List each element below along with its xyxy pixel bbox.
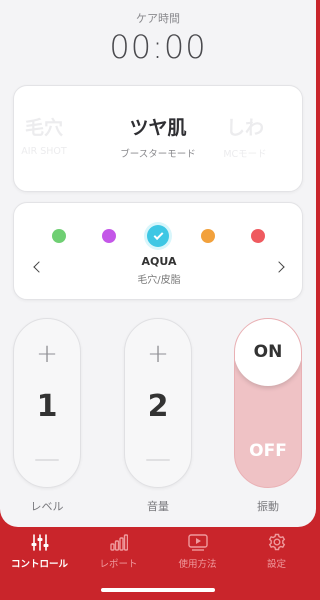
color-description: 毛穴/皮脂 [137,275,181,286]
gear-icon [237,533,316,551]
color-dot-green[interactable] [52,229,66,243]
mode-subtitle: ブースターモード [120,149,196,160]
tab-how-to-use[interactable]: 使用方法 [158,533,237,570]
vibration-label: 振動 [257,500,279,513]
sliders-icon [0,533,79,551]
tab-label: コントロール [10,559,68,570]
mode-pores[interactable]: 毛穴 AIR SHOT [0,116,89,157]
control-screen: ケア時間 00:00 毛穴 AIR SHOT ツヤ肌 ブースターモード しわ M… [0,0,316,527]
play-video-icon [158,533,237,551]
mode-glow-skin[interactable]: ツヤ肌 ブースターモード [113,116,203,160]
level-value: 1 [36,389,58,424]
color-dot-purple[interactable] [102,229,116,243]
care-time-label: ケア時間 [136,12,180,25]
tab-label: 設定 [266,559,286,570]
color-selector: AQUA 毛穴/皮脂 [13,202,303,300]
mode-selector[interactable]: 毛穴 AIR SHOT ツヤ肌 ブースターモード しわ MCモード [13,85,303,192]
mode-title: ツヤ肌 [129,117,187,139]
volume-minus-button[interactable]: — [125,444,191,474]
tab-label: 使用方法 [178,559,217,570]
tab-settings[interactable]: 設定 [237,533,316,570]
color-dot-red[interactable] [251,229,265,243]
care-timer: 00:00 [109,28,207,66]
level-label: レベル [30,500,64,513]
tab-control[interactable]: コントロール [0,533,79,570]
volume-control: + 2 — [124,318,192,488]
mode-subtitle: MCモード [223,149,267,160]
bar-chart-icon [79,533,158,551]
level-minus-button[interactable]: — [14,444,80,474]
mode-subtitle: AIR SHOT [21,146,67,157]
volume-value: 2 [147,389,169,424]
color-dot-orange[interactable] [201,229,215,243]
mode-wrinkles[interactable]: しわ MCモード [200,116,290,160]
tab-report[interactable]: レポート [79,533,158,570]
tab-label: レポート [99,559,138,570]
check-icon [153,229,163,240]
home-indicator [101,588,215,592]
color-name: AQUA [141,255,177,268]
mode-title: 毛穴 [24,117,63,139]
vibration-off-label[interactable]: OFF [235,441,301,461]
vibration-on-knob[interactable]: ON [235,319,301,386]
mode-title: しわ [225,117,264,139]
volume-plus-button[interactable]: + [125,339,191,369]
color-dot-aqua[interactable] [147,225,169,247]
vibration-toggle[interactable]: ON OFF [234,318,302,488]
volume-label: 音量 [147,500,169,513]
level-control: + 1 — [13,318,81,488]
level-plus-button[interactable]: + [14,339,80,369]
